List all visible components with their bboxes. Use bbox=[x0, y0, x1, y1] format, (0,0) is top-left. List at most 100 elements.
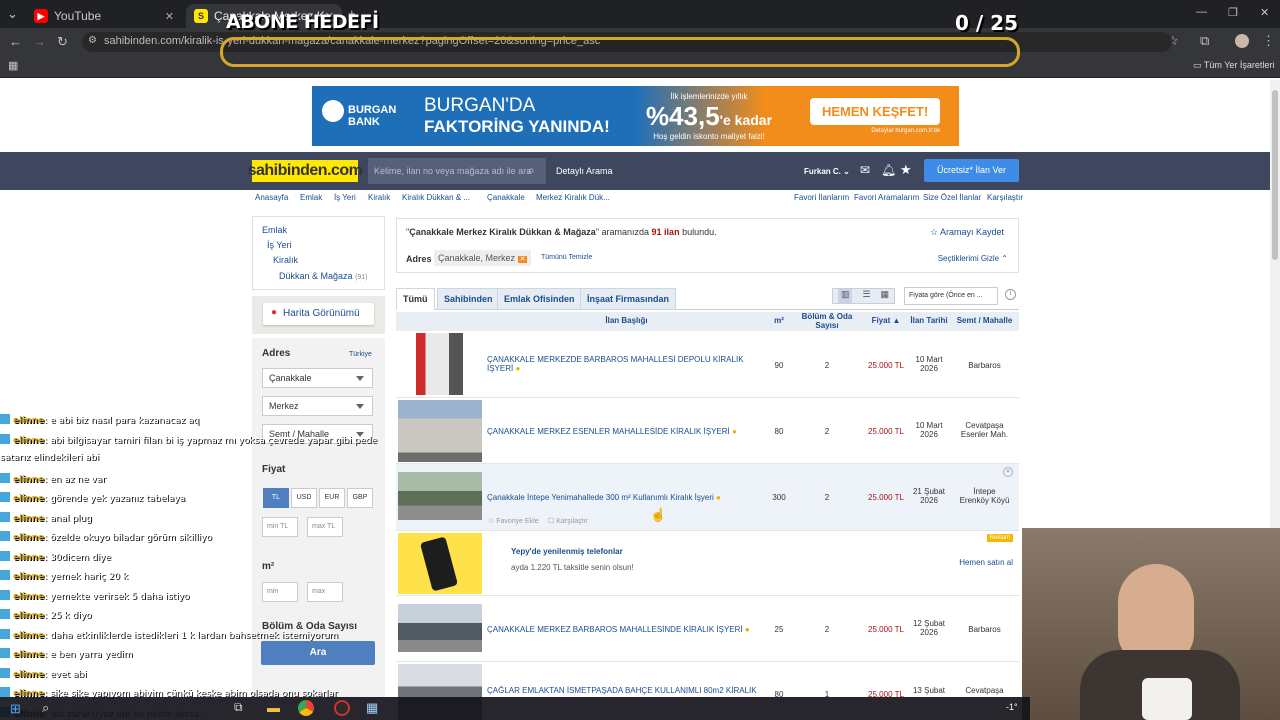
table-row[interactable]: Çanakkale İntepe Yenimahallede 300 m² Ku… bbox=[396, 464, 1019, 531]
breadcrumb-item[interactable]: Merkez Kiralık Dük... bbox=[536, 193, 610, 202]
category-is-yeri[interactable]: İş Yeri bbox=[267, 240, 292, 250]
column-neighborhood[interactable]: Semt / Mahalle bbox=[950, 316, 1019, 325]
district-select[interactable]: Merkez bbox=[262, 396, 373, 416]
clear-all-link[interactable]: Tümünü Temizle bbox=[541, 254, 592, 261]
listing-title[interactable]: ÇAĞLAR EMLAKTAN İSMETPAŞADA BAHÇE KULLAN… bbox=[487, 686, 767, 695]
tab-construction[interactable]: İnşaat Firmasından bbox=[580, 288, 677, 310]
scrollbar-thumb[interactable] bbox=[1272, 90, 1278, 260]
country-link[interactable]: Türkiye bbox=[349, 351, 372, 358]
detailed-search-link[interactable]: Detaylı Arama bbox=[556, 166, 613, 176]
all-bookmarks[interactable]: ▭ Tüm Yer İşaretleri bbox=[1193, 60, 1274, 71]
listing-title[interactable]: ÇANAKKALE MERKEZ ESENLER MAHALLESİDE KİR… bbox=[487, 427, 767, 436]
task-view-icon[interactable]: ⧉ bbox=[234, 700, 243, 715]
banner-cta-button[interactable]: HEMEN KEŞFET! bbox=[810, 98, 941, 125]
ad-cta-link[interactable]: Hemen satın al bbox=[959, 558, 1013, 567]
address-chip[interactable]: Çanakkale, Merkez ✕ bbox=[434, 250, 532, 266]
restore-icon[interactable]: ❐ bbox=[1228, 6, 1238, 19]
listing-thumbnail[interactable] bbox=[416, 333, 463, 395]
taskbar-search-icon[interactable]: ⌕ bbox=[42, 700, 49, 716]
user-menu[interactable]: Furkan C. ⌄ bbox=[804, 167, 850, 176]
breadcrumb-item[interactable]: İş Yeri bbox=[334, 193, 356, 202]
window-close-icon[interactable]: ✕ bbox=[1260, 6, 1269, 19]
hide-selection-link[interactable]: Seçtiklerimi Gizle ⌃ bbox=[938, 254, 1008, 263]
list-view-icon[interactable]: ▥ bbox=[837, 289, 853, 303]
listing-date-year: 2026 bbox=[920, 496, 938, 505]
city-select[interactable]: Çanakkale bbox=[262, 368, 373, 388]
column-area[interactable]: m² bbox=[769, 316, 789, 325]
banner-promo-pct: %43,5 bbox=[645, 100, 720, 131]
site-logo[interactable]: sahibinden.com bbox=[248, 160, 363, 182]
tab-all[interactable]: Tümü bbox=[396, 288, 435, 310]
close-icon[interactable]: ✕ bbox=[165, 10, 174, 23]
calculator-icon[interactable]: ▦ bbox=[366, 700, 378, 716]
map-preview[interactable]: ● Harita Görünümü bbox=[252, 296, 385, 334]
profile-avatar[interactable] bbox=[1235, 34, 1249, 48]
breadcrumb-item[interactable]: Anasayfa bbox=[255, 193, 288, 202]
compare-checkbox[interactable]: ☐ Karşılaştır bbox=[548, 517, 588, 525]
minimize-icon[interactable]: — bbox=[1196, 6, 1207, 18]
file-explorer-icon[interactable]: ▬ bbox=[267, 700, 280, 715]
menu-kebab-icon[interactable]: ⋮ bbox=[1262, 33, 1275, 49]
category-dukkan[interactable]: Dükkan & Mağaza (91) bbox=[279, 271, 368, 281]
weather-temp[interactable]: -1° bbox=[1006, 702, 1018, 712]
windows-start-icon[interactable]: ⊞ bbox=[10, 701, 21, 717]
site-info-icon[interactable]: ⚙ bbox=[88, 35, 97, 46]
column-title[interactable]: İlan Başlığı bbox=[484, 316, 769, 325]
close-icon[interactable]: ✕ bbox=[1003, 467, 1013, 477]
special-listings-link[interactable]: Size Özel İlanlar bbox=[923, 193, 981, 202]
listing-thumbnail[interactable] bbox=[398, 400, 482, 462]
listing-title[interactable]: ÇANAKKALE MERKEZDE BARBAROS MAHALLESİ DE… bbox=[487, 355, 767, 373]
breadcrumb-item[interactable]: Kiralık bbox=[368, 193, 390, 202]
mail-icon[interactable]: ✉ bbox=[860, 163, 870, 177]
table-view-icon[interactable]: ☰ bbox=[862, 289, 870, 303]
tab-owner[interactable]: Sahibinden bbox=[437, 288, 500, 310]
search-icon[interactable]: ⌕ bbox=[528, 163, 535, 178]
ad-row[interactable]: Yepy'de yenilenmiş telefonlar ayda 1.220… bbox=[396, 531, 1019, 596]
save-search-button[interactable]: ☆ Aramayı Kaydet bbox=[930, 227, 1004, 238]
ad-thumbnail[interactable] bbox=[398, 533, 482, 594]
banner-ad[interactable]: BURGAN BANK BURGAN'DA FAKTORİNG YANINDA!… bbox=[312, 86, 959, 146]
site-search-input[interactable]: Kelime, ilan no veya mağaza adı ile ara bbox=[368, 158, 546, 184]
grid-view-icon[interactable]: ▦ bbox=[880, 289, 889, 303]
table-row[interactable]: ÇANAKKALE MERKEZ ESENLER MAHALLESİDE KİR… bbox=[396, 398, 1019, 464]
tab-agency[interactable]: Emlak Ofisinden bbox=[497, 288, 582, 310]
breadcrumb-item[interactable]: Emlak bbox=[300, 193, 322, 202]
bell-icon[interactable]: 🔔︎ bbox=[881, 163, 896, 177]
info-icon[interactable]: i bbox=[1005, 289, 1016, 300]
listing-date-day: 12 Şubat bbox=[912, 619, 946, 628]
remove-chip-icon[interactable]: ✕ bbox=[517, 256, 528, 263]
extensions-icon[interactable]: ⧉ bbox=[1200, 33, 1209, 49]
tab-youtube[interactable]: ▶ YouTube ✕ bbox=[26, 4, 182, 28]
chat-message: elinne: anal plug bbox=[0, 511, 400, 532]
apps-grid-icon[interactable]: ▦ bbox=[8, 59, 18, 72]
listing-title[interactable]: ÇANAKKALE MERKEZ BARBAROS MAHALLESİNDE K… bbox=[487, 625, 767, 634]
listing-thumbnail[interactable] bbox=[398, 604, 482, 652]
table-row[interactable]: ÇANAKKALE MERKEZ BARBAROS MAHALLESİNDE K… bbox=[396, 596, 1019, 662]
listing-thumbnail[interactable] bbox=[398, 472, 482, 520]
chrome-icon[interactable] bbox=[298, 700, 314, 716]
favorite-searches-link[interactable]: Favori Aramalarım bbox=[854, 193, 919, 202]
table-row[interactable]: ÇANAKKALE MERKEZDE BARBAROS MAHALLESİ DE… bbox=[396, 331, 1019, 398]
forward-icon[interactable]: → bbox=[33, 34, 46, 49]
post-ad-button[interactable]: Ücretsiz* İlan Ver bbox=[924, 159, 1019, 182]
listing-title[interactable]: Çanakkale İntepe Yenimahallede 300 m² Ku… bbox=[487, 493, 777, 502]
column-date[interactable]: İlan Tarihi bbox=[908, 316, 950, 325]
reload-icon[interactable]: ↻ bbox=[57, 34, 68, 50]
ad-title[interactable]: Yepy'de yenilenmiş telefonlar bbox=[511, 547, 623, 556]
category-kiralik[interactable]: Kiralık bbox=[273, 255, 298, 265]
back-icon[interactable]: ← bbox=[9, 34, 22, 49]
breadcrumb-item[interactable]: Çanakkale bbox=[487, 193, 525, 202]
obs-icon[interactable] bbox=[334, 700, 350, 716]
compare-link[interactable]: Karşılaştır bbox=[987, 193, 1023, 202]
chat-badge-icon bbox=[0, 531, 10, 541]
breadcrumb-item[interactable]: Kiralık Dükkan & ... bbox=[402, 193, 470, 202]
column-rooms[interactable]: Bölüm & Oda Sayısı bbox=[790, 312, 864, 330]
tab-search-icon[interactable]: ⌄ bbox=[7, 6, 18, 22]
add-favorite-button[interactable]: ☆ Favoriye Ekle bbox=[488, 517, 539, 525]
category-emlak[interactable]: Emlak bbox=[262, 225, 287, 235]
map-view-button[interactable]: ● Harita Görünümü bbox=[263, 303, 374, 325]
star-icon[interactable]: ★ bbox=[900, 162, 912, 178]
favorite-listings-link[interactable]: Favori İlanlarım bbox=[794, 193, 849, 202]
column-price[interactable]: Fiyat ▲ bbox=[864, 316, 908, 325]
sort-select[interactable]: Fiyata göre (Önce en ... bbox=[904, 287, 998, 305]
